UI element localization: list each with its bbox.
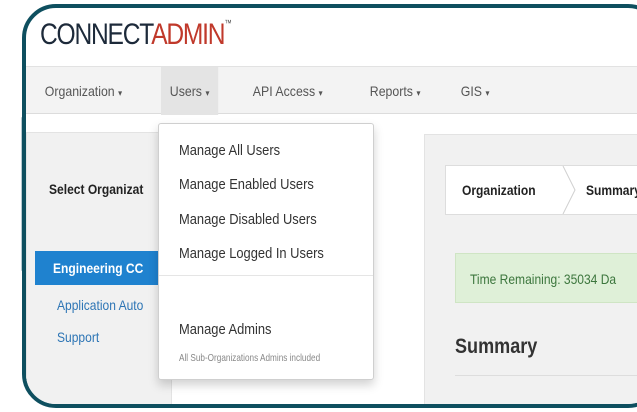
time-remaining-alert: Time Remaining: 35034 Da	[455, 253, 637, 303]
breadcrumb-separator-icon	[562, 166, 576, 214]
zoom-frame: CONNECTADMIN™ Organization ▾ Users ▾ API A…	[22, 4, 637, 408]
menu-divider	[159, 275, 373, 276]
nav-organization[interactable]: Organization ▾	[36, 67, 131, 115]
main-navbar: Organization ▾ Users ▾ API Access ▾ Reports…	[26, 66, 637, 115]
nav-gis[interactable]: GIS ▾	[452, 67, 498, 115]
summary-divider	[455, 375, 637, 376]
nav-organization-label: Organization	[44, 83, 115, 99]
nav-api-access-label: API Access	[252, 83, 316, 99]
logo-trademark: ™	[224, 18, 231, 28]
nav-reports-label: Reports	[369, 83, 413, 99]
organization-select-panel: Select Organizat Engineering CC Applicat…	[26, 132, 173, 404]
org-item-support[interactable]: Support	[57, 329, 99, 345]
users-dropdown-menu: Manage All Users Manage Enabled Users Ma…	[158, 123, 374, 380]
nav-users-label: Users	[169, 83, 202, 99]
chevron-down-icon: ▾	[205, 88, 210, 98]
chevron-down-icon: ▾	[318, 88, 323, 98]
menu-manage-all-users[interactable]: Manage All Users	[179, 142, 280, 159]
breadcrumb: Organization Summary	[445, 165, 637, 215]
app-logo: CONNECTADMIN™	[40, 18, 232, 58]
nav-api-access[interactable]: API Access ▾	[244, 67, 331, 115]
breadcrumb-summary[interactable]: Summary	[586, 166, 637, 214]
menu-manage-admins-note: All Sub-Organizations Admins included	[179, 352, 321, 364]
summary-panel: Organization Summary Time Remaining: 350…	[424, 134, 637, 404]
menu-manage-disabled-users[interactable]: Manage Disabled Users	[179, 211, 317, 228]
summary-heading: Summary	[455, 335, 538, 358]
org-item-application[interactable]: Application Auto	[57, 297, 143, 313]
select-organization-title: Select Organizat	[49, 181, 144, 197]
logo-text-admin: ADMIN	[151, 18, 225, 51]
nav-users[interactable]: Users ▾	[161, 67, 219, 115]
org-item-label: Engineering CC	[53, 260, 144, 276]
menu-manage-enabled-users[interactable]: Manage Enabled Users	[179, 176, 314, 193]
menu-manage-admins[interactable]: Manage Admins	[179, 321, 272, 338]
alert-text: Time Remaining: 35034 Da	[470, 271, 617, 287]
breadcrumb-organization[interactable]: Organization	[462, 166, 536, 214]
nav-gis-label: GIS	[460, 83, 483, 99]
chevron-down-icon: ▾	[485, 88, 490, 98]
logo-text-connect: CONNECT	[40, 18, 152, 51]
org-item-engineering[interactable]: Engineering CC	[35, 251, 173, 285]
chevron-down-icon: ▾	[118, 88, 123, 98]
menu-manage-logged-in-users[interactable]: Manage Logged In Users	[179, 245, 324, 262]
nav-reports[interactable]: Reports ▾	[361, 67, 429, 115]
chevron-down-icon: ▾	[416, 88, 421, 98]
